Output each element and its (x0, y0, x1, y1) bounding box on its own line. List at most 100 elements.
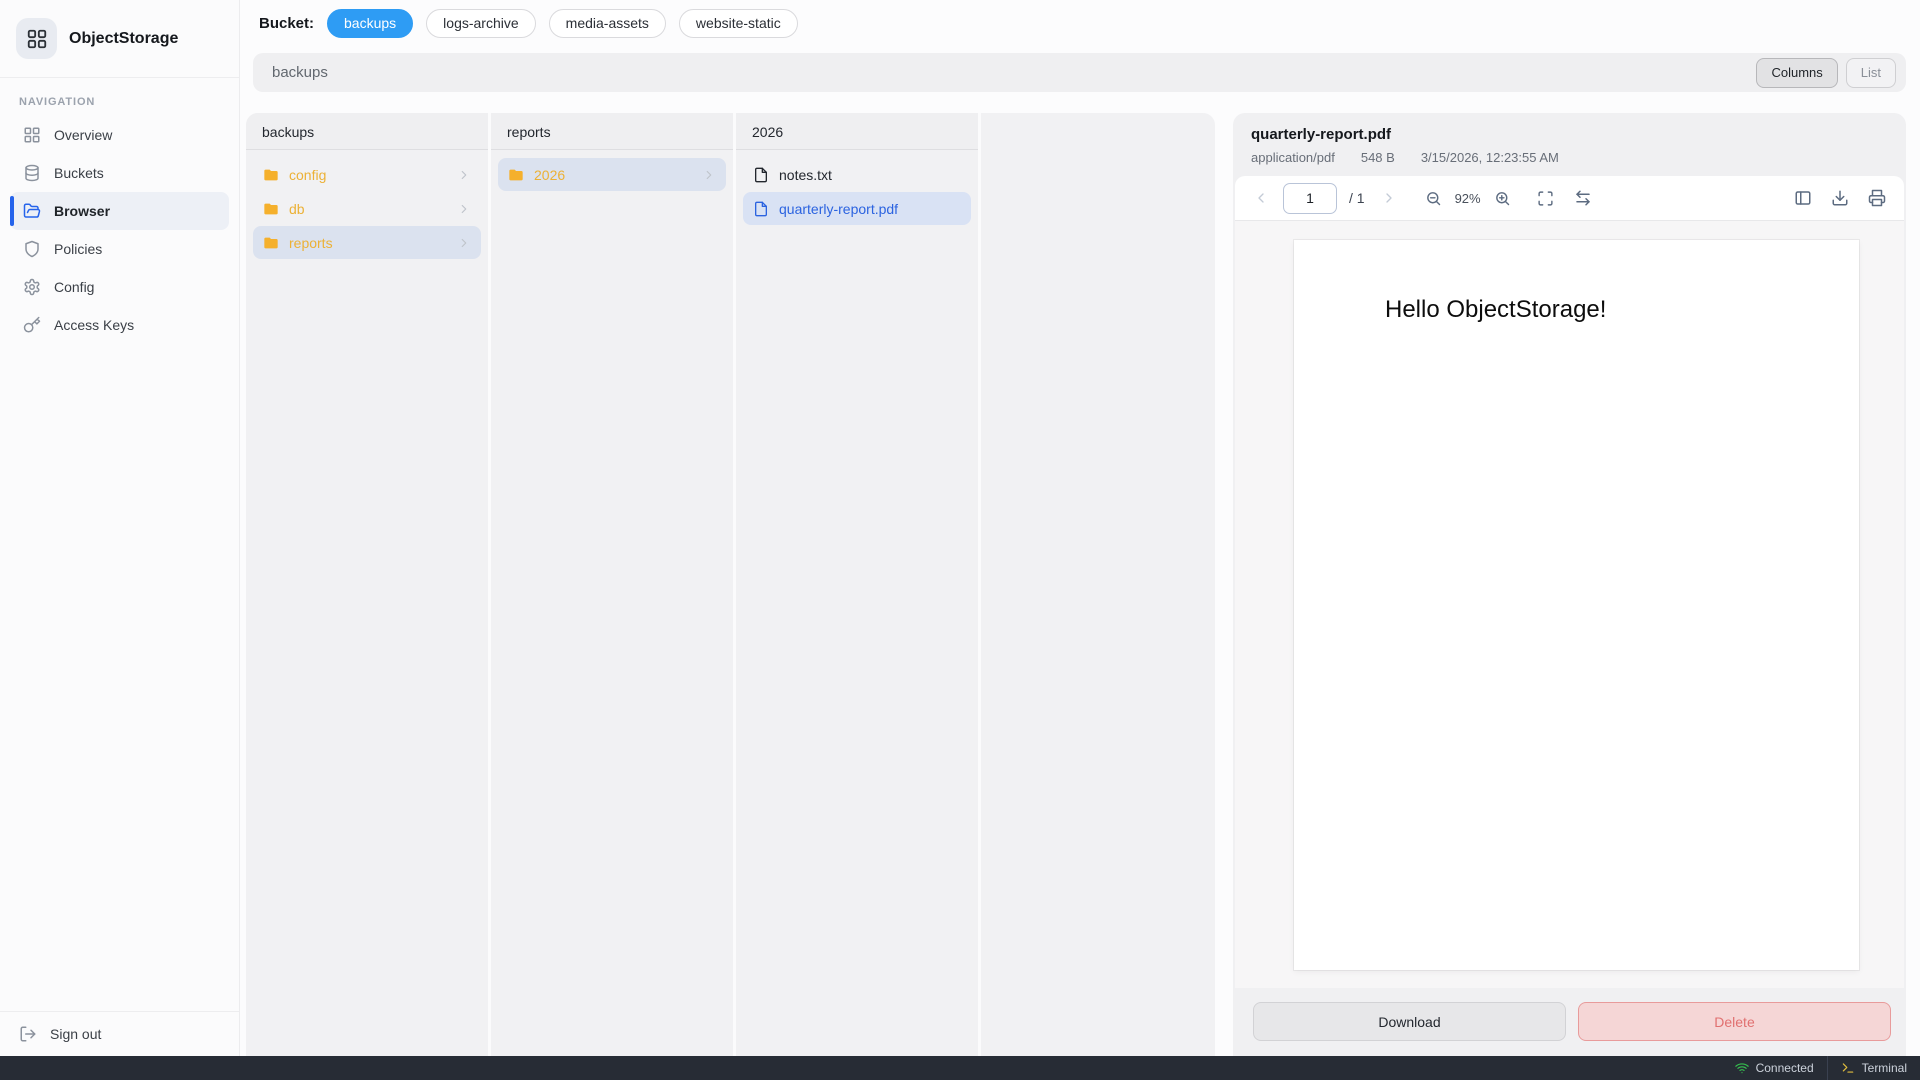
swap-horizontal-icon (1574, 189, 1592, 207)
file-row-quarterly-report-pdf[interactable]: quarterly-report.pdf (743, 192, 971, 225)
print-button[interactable] (1868, 189, 1886, 207)
folder-icon (263, 167, 279, 183)
folder-open-icon (23, 202, 41, 220)
connection-label: Connected (1756, 1061, 1814, 1075)
folder-row-reports[interactable]: reports (253, 226, 481, 259)
list-view-button[interactable]: List (1846, 58, 1896, 88)
fullscreen-button[interactable] (1537, 190, 1554, 207)
sign-out-button[interactable]: Sign out (0, 1011, 239, 1056)
panel-left-icon (1794, 189, 1812, 207)
pdf-toolbar-right (1794, 189, 1886, 207)
columns-view-button[interactable]: Columns (1756, 58, 1837, 88)
delete-button[interactable]: Delete (1578, 1002, 1891, 1041)
sidebar-item-label: Overview (54, 127, 112, 143)
file-detail-header: quarterly-report.pdf application/pdf 548… (1233, 113, 1906, 176)
bucket-pill-media-assets[interactable]: media-assets (549, 9, 666, 38)
wifi-icon (1735, 1061, 1749, 1075)
folder-name: 2026 (534, 167, 565, 183)
grid-icon (26, 28, 48, 50)
zoom-in-button[interactable] (1494, 190, 1511, 207)
terminal-status[interactable]: Terminal (1828, 1056, 1920, 1080)
view-toggle: Columns List (1756, 58, 1896, 88)
column-items: config db reports (246, 150, 488, 268)
sign-out-icon (19, 1025, 37, 1043)
printer-icon (1868, 189, 1886, 207)
file-name: notes.txt (779, 167, 832, 183)
download-button[interactable]: Download (1253, 1002, 1566, 1041)
zoom-controls: 92% (1425, 190, 1511, 207)
folder-name: db (289, 201, 305, 217)
file-row-notes-txt[interactable]: notes.txt (743, 158, 971, 191)
pdf-page-text: Hello ObjectStorage! (1385, 296, 1606, 324)
chevron-right-icon (702, 168, 716, 182)
grid-icon (23, 126, 41, 144)
file-browser-columns: backups config db (246, 113, 1215, 1056)
sidebar-item-overview[interactable]: Overview (10, 116, 229, 154)
sidebar-item-browser[interactable]: Browser (10, 192, 229, 230)
rotate-swap-button[interactable] (1574, 189, 1592, 207)
folder-row-db[interactable]: db (253, 192, 481, 225)
gear-icon (23, 278, 41, 296)
breadcrumb: backups (272, 64, 328, 81)
zoom-in-icon (1494, 190, 1511, 207)
sidebar-toggle-button[interactable] (1794, 189, 1812, 207)
sidebar-item-config[interactable]: Config (10, 268, 229, 306)
detail-file-meta: application/pdf 548 B 3/15/2026, 12:23:5… (1251, 150, 1888, 165)
column-header: reports (491, 113, 733, 150)
chevron-left-icon (1253, 190, 1269, 206)
sidebar-item-label: Buckets (54, 165, 104, 181)
detail-actions: Download Delete (1233, 988, 1906, 1056)
app-title: ObjectStorage (69, 30, 178, 48)
page-number-input[interactable] (1283, 183, 1337, 214)
key-icon (23, 316, 41, 334)
file-detail-panel: quarterly-report.pdf application/pdf 548… (1233, 113, 1906, 1056)
folder-row-2026[interactable]: 2026 (498, 158, 726, 191)
zoom-out-button[interactable] (1425, 190, 1442, 207)
modified-timestamp: 3/15/2026, 12:23:55 AM (1421, 150, 1559, 165)
nav-list: Overview Buckets Browser Policies Config… (0, 116, 239, 344)
pdf-page: Hello ObjectStorage! (1294, 240, 1859, 970)
sidebar-item-access-keys[interactable]: Access Keys (10, 306, 229, 344)
zoom-out-icon (1425, 190, 1442, 207)
content-type: application/pdf (1251, 150, 1335, 165)
sidebar-item-buckets[interactable]: Buckets (10, 154, 229, 192)
sidebar-spacer (0, 344, 239, 1011)
nav-section-label: NAVIGATION (19, 96, 239, 108)
column-header: backups (246, 113, 488, 150)
sidebar-item-label: Access Keys (54, 317, 134, 333)
app-logo: ObjectStorage (0, 0, 239, 78)
page-count: / 1 (1349, 190, 1365, 206)
browser-column-2026: 2026 notes.txt quarterly-report.pdf (736, 113, 981, 1056)
bucket-pill-website-static[interactable]: website-static (679, 9, 798, 38)
main-area: Bucket: backups logs-archive media-asset… (240, 0, 1920, 1056)
path-bar: backups Columns List (253, 53, 1906, 92)
terminal-icon (1841, 1061, 1855, 1075)
folder-row-config[interactable]: config (253, 158, 481, 191)
prev-page-button[interactable] (1253, 190, 1269, 206)
sidebar-item-label: Config (54, 279, 94, 295)
pdf-viewer-area[interactable]: Hello ObjectStorage! (1235, 221, 1904, 988)
file-icon (753, 167, 769, 183)
column-header: 2026 (736, 113, 978, 150)
zoom-level: 92% (1455, 191, 1481, 206)
download-file-button[interactable] (1831, 189, 1849, 207)
bucket-pill-logs-archive[interactable]: logs-archive (426, 9, 535, 38)
next-page-button[interactable] (1381, 190, 1397, 206)
fullscreen-icon (1537, 190, 1554, 207)
terminal-label: Terminal (1862, 1061, 1907, 1075)
column-items: 2026 (491, 150, 733, 200)
sidebar-item-label: Policies (54, 241, 102, 257)
status-bar: Connected Terminal (0, 1056, 1920, 1080)
download-icon (1831, 189, 1849, 207)
file-size: 548 B (1361, 150, 1395, 165)
connection-status: Connected (1722, 1056, 1827, 1080)
bucket-pill-backups[interactable]: backups (327, 9, 413, 38)
bucket-bar: Bucket: backups logs-archive media-asset… (240, 0, 1920, 46)
folder-name: reports (289, 235, 333, 251)
bucket-label: Bucket: (259, 15, 314, 32)
app-window: ObjectStorage NAVIGATION Overview Bucket… (0, 0, 1920, 1056)
sidebar-item-label: Browser (54, 203, 110, 219)
browser-column-backups: backups config db (246, 113, 491, 1056)
sidebar-item-policies[interactable]: Policies (10, 230, 229, 268)
folder-icon (263, 201, 279, 217)
